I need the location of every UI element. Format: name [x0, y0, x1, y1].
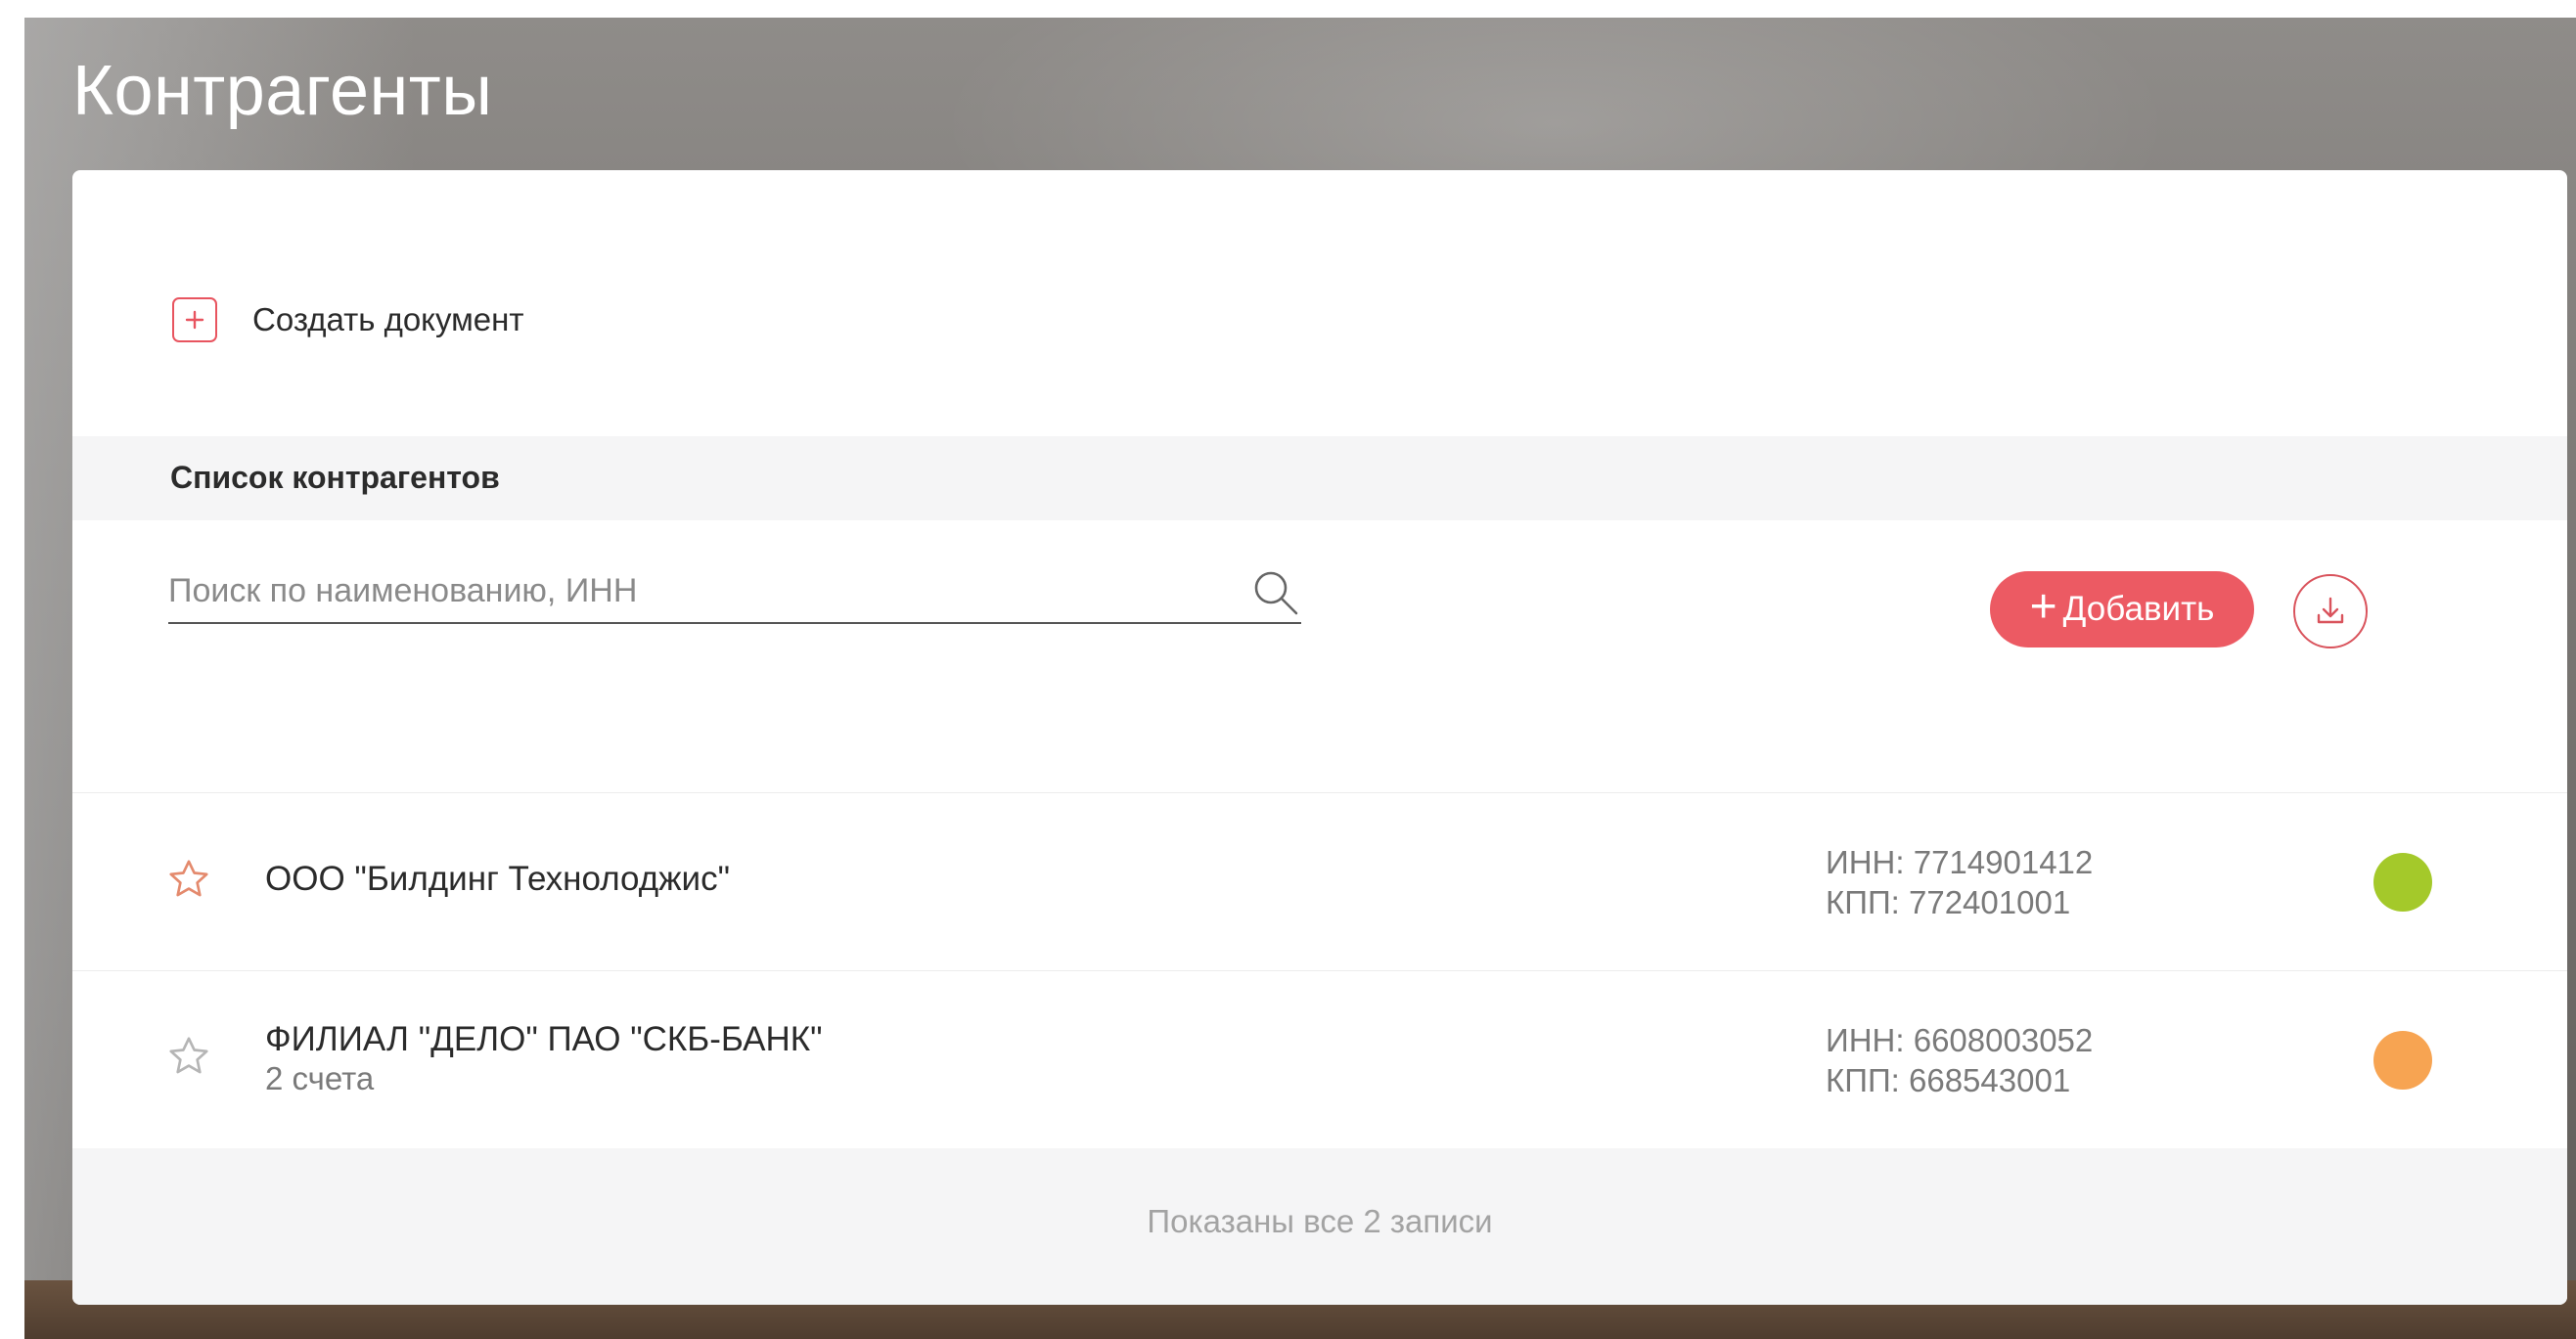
- add-button-label: Добавить: [2062, 590, 2215, 628]
- counterparty-inn: ИНН: 6608003052: [1826, 1022, 2094, 1058]
- star-outline-icon[interactable]: [166, 1034, 211, 1079]
- search-icon[interactable]: [1250, 567, 1301, 618]
- counterparty-ids: ИНН: 6608003052 КПП: 668543001: [1826, 1020, 2093, 1100]
- search-field: [168, 561, 1301, 624]
- counterparty-kpp: КПП: 772401001: [1826, 884, 2071, 920]
- section-title: Список контрагентов: [170, 460, 500, 495]
- counterparty-name: ФИЛИАЛ "ДЕЛО" ПАО "СКБ-БАНК": [265, 1020, 823, 1058]
- counterparty-name: ООО "Билдинг Технолоджис": [265, 860, 731, 898]
- page-title: Контрагенты: [72, 52, 493, 130]
- counterparty-row[interactable]: ООО "Билдинг Технолоджис" ИНН: 771490141…: [72, 793, 2567, 970]
- counterparties-card: Создать документ Список контрагентов + Д…: [72, 170, 2567, 1305]
- star-outline-icon[interactable]: [166, 857, 211, 902]
- list-footer: Показаны все 2 записи: [72, 1148, 2567, 1305]
- plus-icon: +: [2029, 581, 2057, 633]
- download-button[interactable]: [2293, 574, 2368, 648]
- search-input[interactable]: [168, 561, 1205, 620]
- counterparty-kpp: КПП: 668543001: [1826, 1062, 2071, 1098]
- add-counterparty-button[interactable]: + Добавить: [1990, 571, 2254, 647]
- status-indicator: [2373, 853, 2432, 912]
- section-header: Список контрагентов: [72, 436, 2567, 520]
- counterparty-ids: ИНН: 7714901412 КПП: 772401001: [1826, 842, 2093, 922]
- plus-square-icon: [172, 297, 217, 342]
- counterparty-accounts-count: 2 счета: [265, 1060, 375, 1096]
- records-count-text: Показаны все 2 записи: [1147, 1203, 1493, 1239]
- create-document-label: Создать документ: [252, 301, 524, 337]
- status-indicator: [2373, 1031, 2432, 1090]
- counterparty-inn: ИНН: 7714901412: [1826, 844, 2094, 880]
- counterparty-row[interactable]: ФИЛИАЛ "ДЕЛО" ПАО "СКБ-БАНК" 2 счета ИНН…: [72, 971, 2567, 1148]
- download-icon: [2317, 597, 2344, 624]
- create-document-button[interactable]: Создать документ: [172, 297, 524, 342]
